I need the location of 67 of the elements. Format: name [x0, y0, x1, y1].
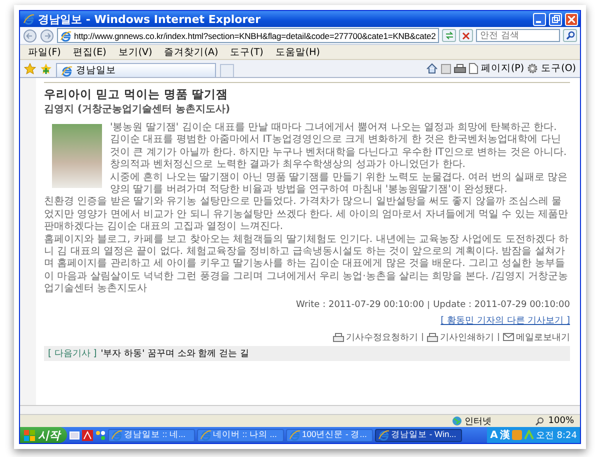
windows-logo-icon: [24, 430, 35, 440]
photo-placeholder: [52, 124, 102, 188]
home-icon[interactable]: [426, 63, 438, 74]
globe-icon: [452, 416, 462, 426]
desktop-icon[interactable]: [69, 430, 80, 440]
browser-logo-icon: [378, 429, 390, 441]
article-action-link[interactable]: 기사인쇄하기: [427, 330, 494, 344]
search-button[interactable]: [563, 29, 577, 42]
envelope-icon: [503, 333, 514, 342]
zoom-level[interactable]: 100%: [548, 416, 574, 426]
taskbar-button[interactable]: 네이버 :: 나의 ...: [197, 428, 284, 442]
menu-item[interactable]: 편집(E): [72, 46, 106, 58]
article-byline: 김영지 (거창군농업기술센터 농촌지도사): [44, 103, 232, 116]
forward-button[interactable]: [40, 28, 54, 42]
write-date: Write : 2011-07-29 00:10:00: [296, 300, 424, 310]
horizontal-scrollbar[interactable]: [20, 406, 580, 415]
app-icon[interactable]: [95, 430, 106, 440]
next-article-link[interactable]: '부자 하동' 꿈꾸며 소와 함께 걷는 길: [100, 346, 249, 360]
article-paragraph: 김이순 대표를 평범한 아줌마에서 IT농업경영인으로 크게 변화하게 한 것은 한국벤처농업대학에 다닌 것이 큰 계기가 아닐까 한다. 하지만 누구나 벤처대학을 다닌다고 우수한 IT인으로 변하는 것은 아니다. 창의적과 벤처정신으로 노력한 결과가 최우수학생상의 성과가 아니었던가 한다.: [110, 134, 568, 172]
gear-icon: [527, 63, 538, 74]
tools-menu[interactable]: 도구(O): [541, 62, 576, 75]
back-button[interactable]: [23, 28, 37, 42]
page-menu[interactable]: 페이지(P): [480, 62, 524, 75]
clock: 오전 8:24: [536, 430, 577, 442]
article-title: 우리아이 믿고 먹이는 명품 딸기잼: [44, 87, 230, 102]
window-title: 경남일보 - Windows Internet Explorer: [38, 12, 262, 26]
browser-logo-icon: [23, 13, 35, 25]
browser-logo-icon: [111, 429, 123, 441]
search-field[interactable]: 안전 검색: [476, 29, 560, 42]
menu-item[interactable]: 파일(F): [28, 46, 61, 58]
favorites-star-icon[interactable]: [24, 62, 36, 74]
browser-logo-icon: [289, 429, 301, 441]
next-article-label: [ 다음기사 ]: [48, 348, 97, 360]
printer-icon: [333, 332, 344, 342]
taskbar-button[interactable]: 100년신문 - 경...: [286, 428, 373, 442]
security-zone: 인터넷: [464, 416, 492, 428]
close-icon: [568, 16, 575, 22]
printer-icon: [427, 332, 438, 342]
zoom-icon: [535, 416, 544, 426]
browser-logo-icon: [200, 429, 212, 441]
menu-item[interactable]: 즐겨찾기(A): [164, 46, 218, 58]
taskbar-button[interactable]: 경남일보 :: 네...: [108, 428, 195, 442]
feed-icon[interactable]: [440, 64, 451, 74]
article-action-link[interactable]: 메일로보내기: [503, 330, 570, 344]
stop-button[interactable]: [459, 29, 473, 42]
article-action-link[interactable]: 기사수정요청하기: [333, 330, 418, 344]
printer-icon[interactable]: [454, 64, 466, 74]
article-paragraph: 시중에 흔히 나오는 딸기잼이 아닌 명품 딸기잼를 만들기 위한 노력도 눈물겹다. 여러 번의 실패로 많은 양의 딸기를 버려가며 적당한 비율과 방법을 연구하여 마침내 '봉농원딸기잼'이 완성됐다.: [109, 172, 569, 196]
close-button[interactable]: [565, 12, 578, 26]
article-paragraph: '봉농원 딸기잼' 김이순 대표를 만날 때마다 그녀에게서 뿜어져 나오는 열정과 희망에 탄복하곤 한다.: [110, 122, 558, 134]
article-paragraph: 친환경 인증을 받은 딸기와 유기농 설탕만으로 만들었다. 가격차가 많으니 일반설탕을 써도 좋지 않을까 조심스레 물었지만 영양가 면에서 비교가 안 되니 유기농설탕만 쓰겠다 한다. 세 아이의 엄마로서 자녀들에게 먹일 수 있는 제품만 판매하겠다는 김이순 대표의 고집과 열정이 느껴진다.: [44, 196, 570, 234]
stop-icon: [462, 32, 470, 40]
update-date: Update : 2011-07-29 00:10:00: [433, 300, 570, 310]
taskbar-button[interactable]: 경남일보 - Win...: [375, 428, 462, 442]
minimize-button[interactable]: [533, 12, 546, 26]
menu-item[interactable]: 도구(T): [230, 46, 264, 58]
tab-page-icon: [61, 64, 73, 76]
other-articles-link[interactable]: [ 황동민 기자의 다른 기사보기 ]: [440, 314, 570, 327]
refresh-button[interactable]: [442, 29, 456, 42]
restore-button[interactable]: [549, 12, 562, 26]
article-paragraph: 홈페이지와 블로그, 카페를 보고 찾아오는 체험객들의 딸기체험도 인기다. 내년에는 교육농장 사업에도 도전하겠다 하니 김 대표의 열정은 끝이 없다. 체험교육장을 정비하고 급속냉동시설도 하는 것이 앞으로의 계획이다. 밤잠을 설쳐가며 홈페이지를 관리하고 세 아이를 키우고 딸기농사를 하는 김이순 대표에게 많은 것을 배운다. 그리고 성실한 농부들이 마음과 살림살이도 넉넉한 그런 풍경을 그리며 그녀에게서 우리 농업·농촌을 살리는 희망을 본다. /김영지 거창군농업기술센터 농촌지도사: [44, 234, 570, 296]
browser-tab[interactable]: 경남일보: [56, 63, 216, 77]
menu-item[interactable]: 도움말(H): [275, 46, 320, 58]
pdf-icon[interactable]: [82, 430, 93, 440]
address-field[interactable]: http://www.gnnews.co.kr/index.html?section=KNBH&flag=detail&code=277700&cate1=KNB&cate2: [57, 28, 439, 43]
menu-item[interactable]: 보기(V): [118, 46, 152, 58]
add-favorite-icon[interactable]: [40, 62, 52, 74]
